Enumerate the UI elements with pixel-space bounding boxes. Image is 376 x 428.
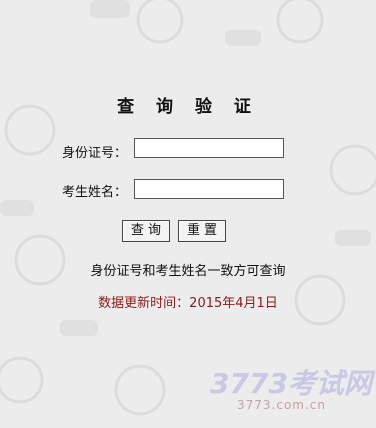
site-logo-url: 3773.com.cn bbox=[237, 398, 326, 412]
id-number-input[interactable] bbox=[134, 138, 284, 158]
reset-button[interactable]: 重置 bbox=[178, 220, 226, 242]
candidate-name-input[interactable] bbox=[134, 179, 284, 199]
query-hint: 身份证号和考生姓名一致方可查询 bbox=[90, 264, 286, 279]
page-title: 查 询 验 证 bbox=[117, 97, 259, 117]
query-button[interactable]: 查询 bbox=[122, 220, 170, 242]
update-notice: 数据更新时间：2015年4月1日 bbox=[98, 296, 278, 311]
site-logo: 3773考试网 3773.com.cn bbox=[210, 362, 372, 422]
id-number-label: 身份证号： bbox=[62, 146, 128, 161]
site-logo-text: 3773考试网 bbox=[210, 367, 372, 400]
candidate-name-label: 考生姓名： bbox=[62, 185, 128, 200]
